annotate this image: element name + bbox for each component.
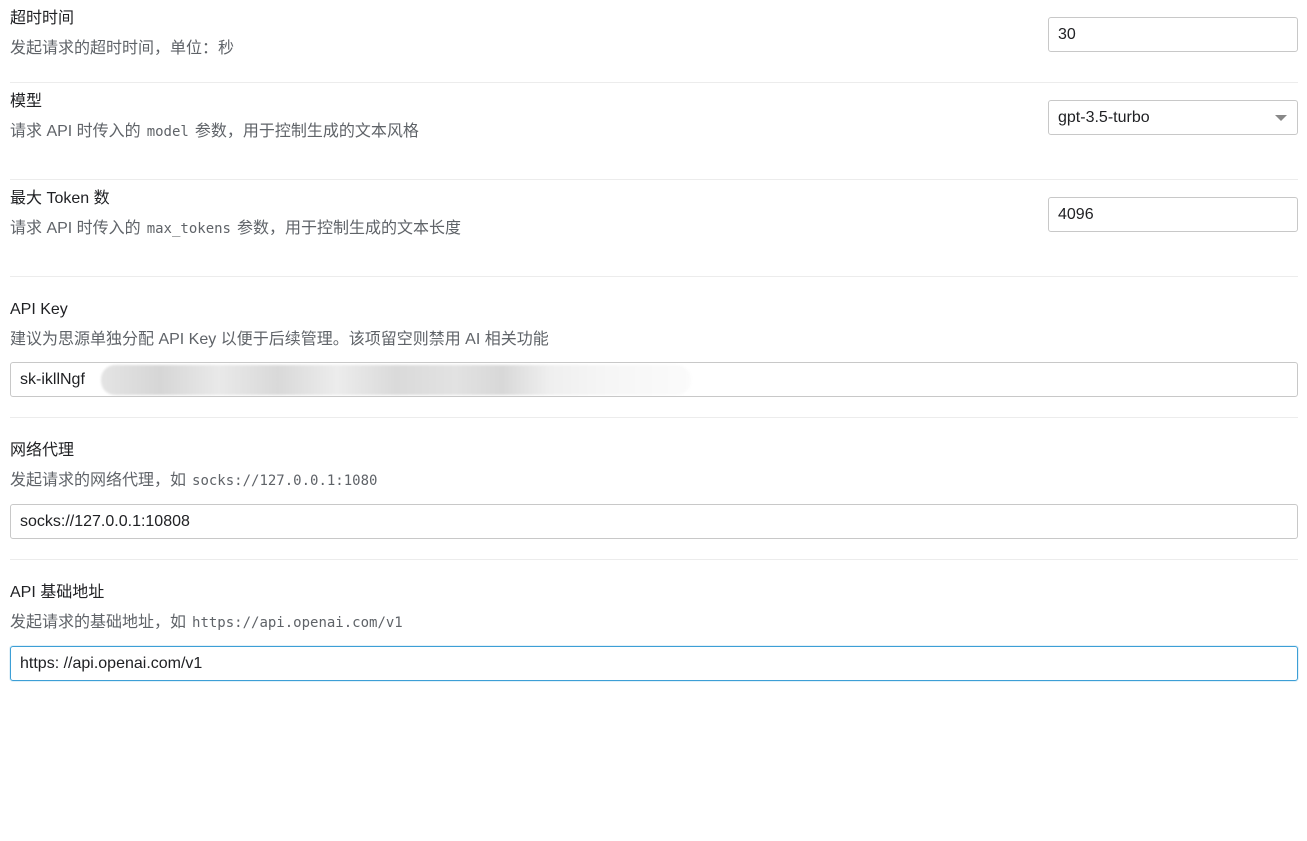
base-url-input[interactable]: https: //api.openai.com/v1 <box>10 646 1298 681</box>
model-select-value: gpt-3.5-turbo <box>1058 109 1150 126</box>
base-url-title: API 基础地址 <box>10 584 105 601</box>
proxy-description: 发起请求的网络代理，如 socks://127.0.0.1:1080 <box>10 471 383 491</box>
proxy-input[interactable]: socks://127.0.0.1:10808 <box>10 504 1298 539</box>
timeout-input[interactable]: 30 <box>1048 17 1298 52</box>
model-description: 请求 API 时传入的 model 参数，用于控制生成的文本风格 <box>10 122 419 142</box>
proxy-desc-prefix: 发起请求的网络代理，如 <box>10 472 187 489</box>
model-desc-prefix: 请求 API 时传入的 <box>10 123 141 140</box>
max-tokens-input[interactable]: 4096 <box>1048 197 1298 232</box>
base-url-desc-code: https://api.openai.com/v1 <box>192 615 403 631</box>
proxy-desc-code: socks://127.0.0.1:1080 <box>192 473 378 489</box>
base-url-description: 发起请求的基础地址，如 https://api.openai.com/v1 <box>10 613 409 633</box>
model-setting-row: 模型 请求 API 时传入的 model 参数，用于控制生成的文本风格 gpt-3.… <box>10 83 1298 180</box>
redaction-blur <box>101 365 691 395</box>
max-tokens-title: 最大 Token 数 <box>10 190 110 207</box>
api-key-description: 建议为思源单独分配 API Key 以便于后续管理。该项留空则禁用 AI 相关功… <box>10 331 549 348</box>
api-key-setting-row: API Key 建议为思源单独分配 API Key 以便于后续管理。该项留空则禁… <box>10 277 1298 418</box>
max-tokens-desc-prefix: 请求 API 时传入的 <box>10 220 141 237</box>
timeout-setting-row: 超时时间 发起请求的超时时间，单位：秒 30 <box>10 0 1298 83</box>
ai-settings-panel: 超时时间 发起请求的超时时间，单位：秒 30 模型 请求 API 时传入的 mod… <box>10 0 1298 701</box>
model-desc-suffix: 参数，用于控制生成的文本风格 <box>194 123 419 140</box>
model-title: 模型 <box>10 93 43 110</box>
api-key-value: sk-ikllNgf <box>20 371 85 388</box>
max-tokens-desc-code: max_tokens <box>146 221 231 237</box>
model-select[interactable]: gpt-3.5-turbo <box>1048 100 1298 135</box>
max-tokens-setting-row: 最大 Token 数 请求 API 时传入的 max_tokens 参数，用于控制生… <box>10 180 1298 277</box>
timeout-title: 超时时间 <box>10 10 75 27</box>
api-key-title: API Key <box>10 301 68 318</box>
chevron-down-icon <box>1275 115 1287 121</box>
proxy-title: 网络代理 <box>10 442 75 459</box>
timeout-description: 发起请求的超时时间，单位：秒 <box>10 40 235 57</box>
base-url-setting-row: API 基础地址 发起请求的基础地址，如 https://api.openai.c… <box>10 560 1298 701</box>
base-url-desc-prefix: 发起请求的基础地址，如 <box>10 614 187 631</box>
api-key-input[interactable]: sk-ikllNgf <box>10 362 1298 397</box>
proxy-setting-row: 网络代理 发起请求的网络代理，如 socks://127.0.0.1:1080 s… <box>10 418 1298 560</box>
max-tokens-description: 请求 API 时传入的 max_tokens 参数，用于控制生成的文本长度 <box>10 219 461 239</box>
model-desc-code: model <box>146 124 189 140</box>
max-tokens-desc-suffix: 参数，用于控制生成的文本长度 <box>236 220 461 237</box>
